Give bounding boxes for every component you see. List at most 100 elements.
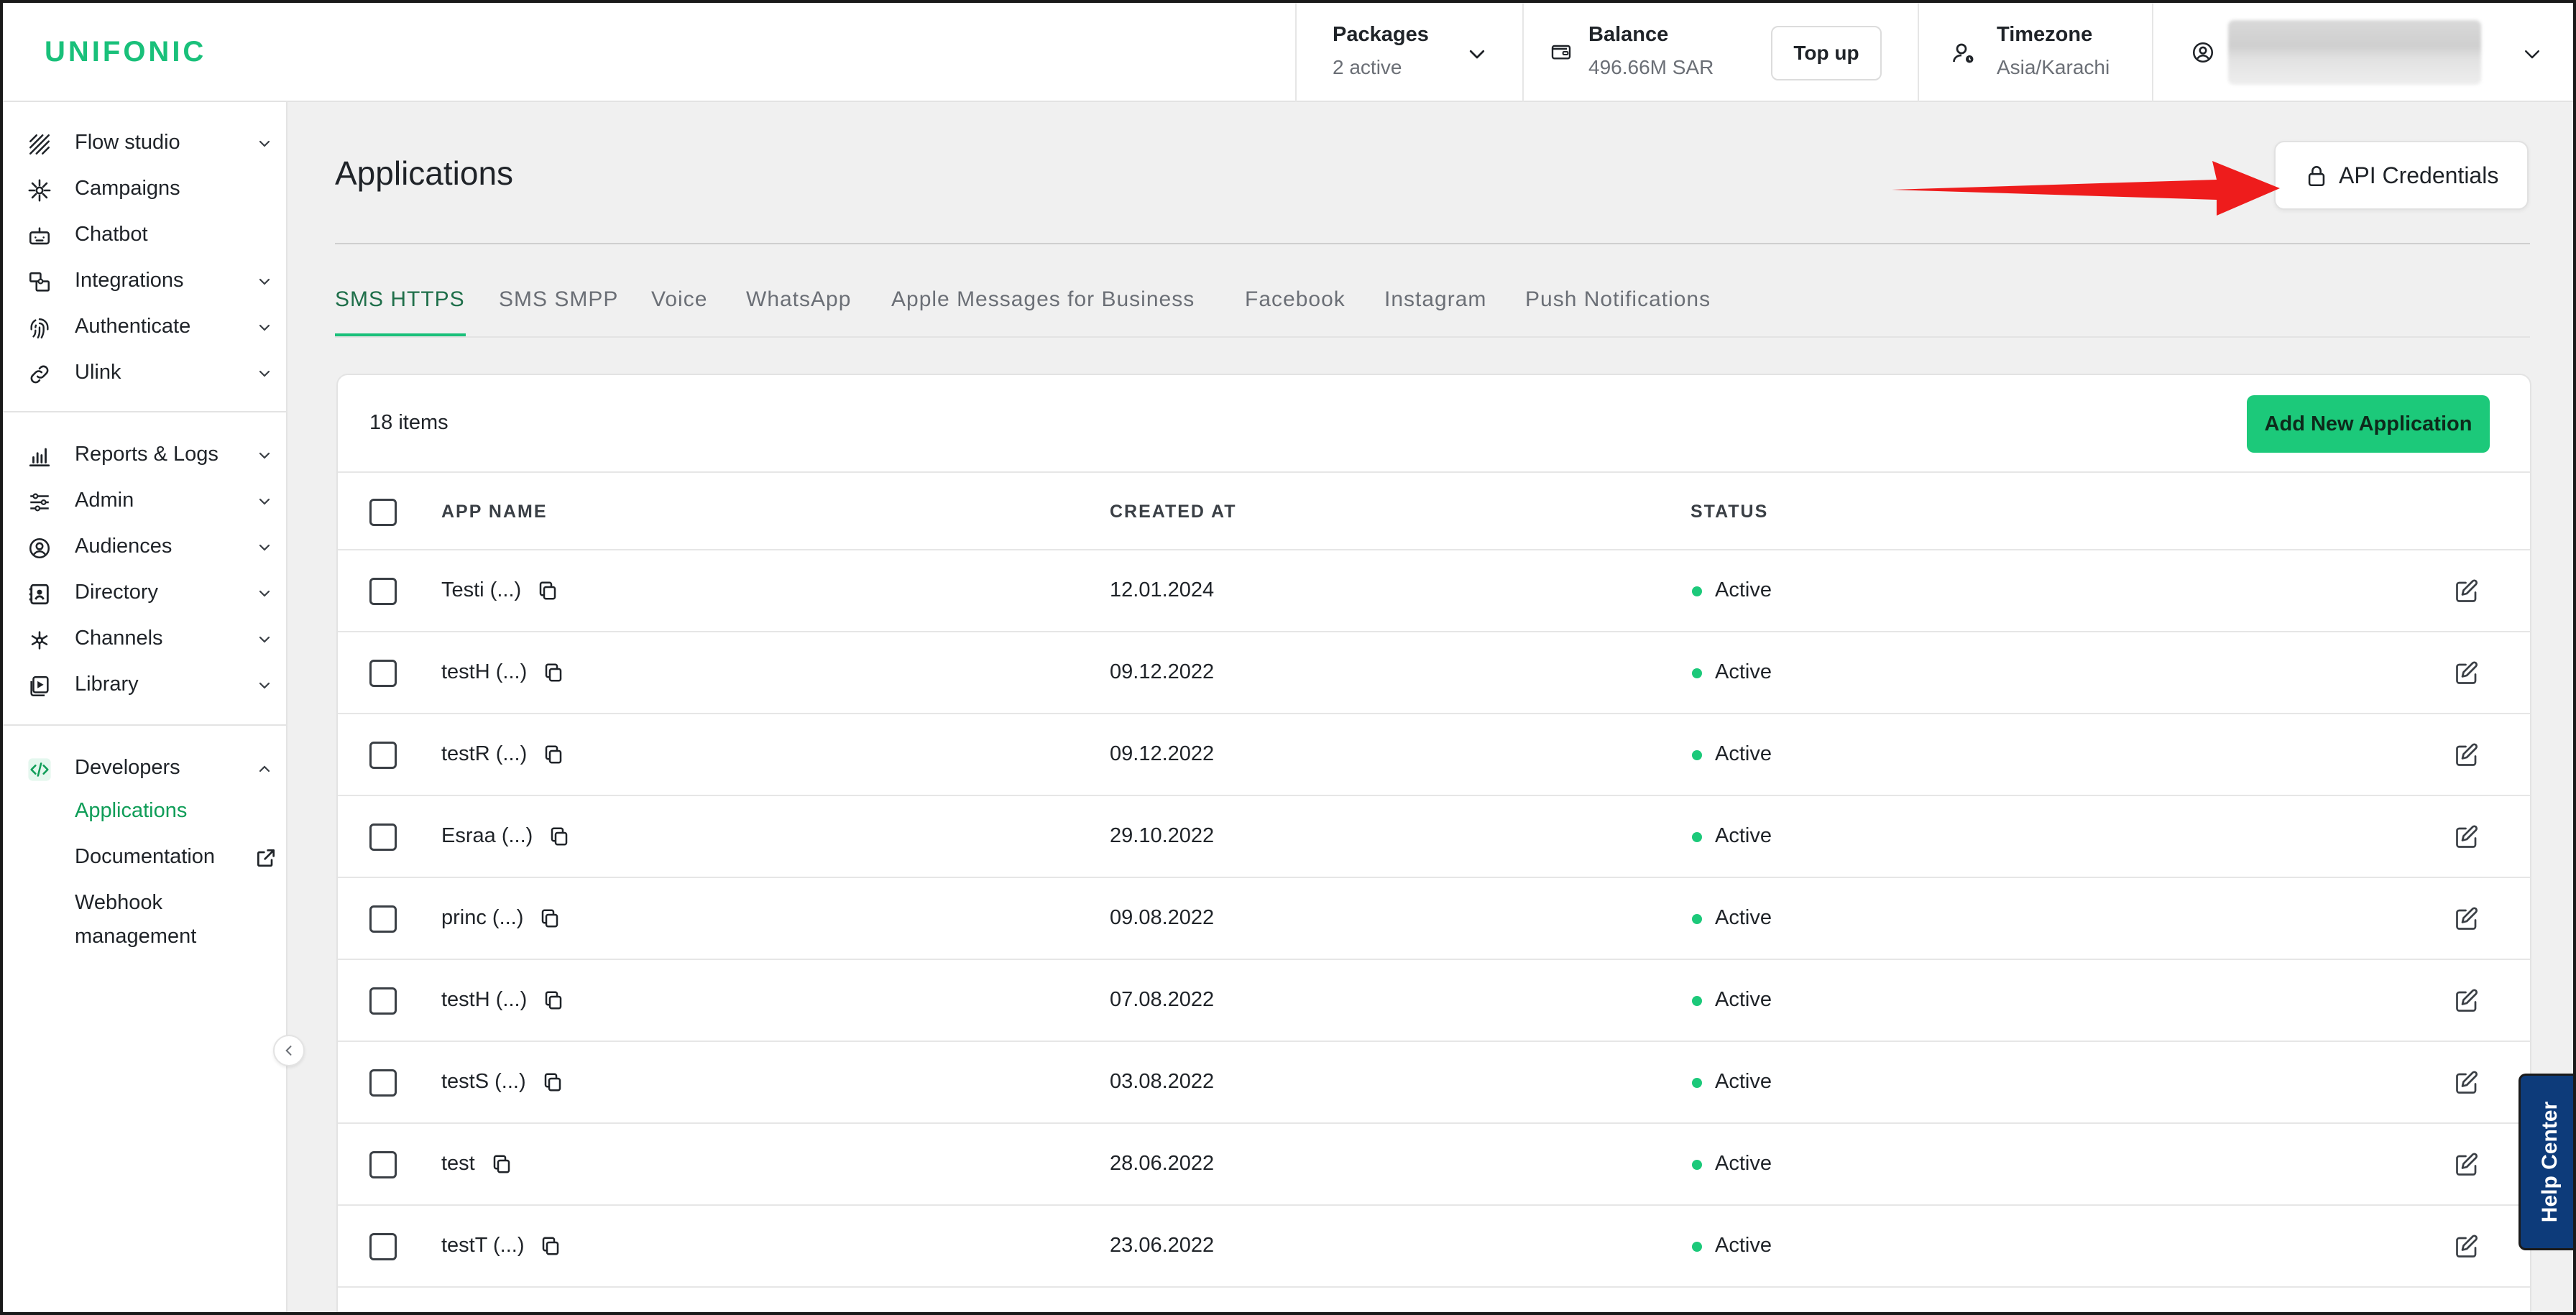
- api-credentials-button[interactable]: API Credentials: [2274, 141, 2529, 210]
- chevron-down-icon: [259, 324, 270, 331]
- copy-icon[interactable]: [491, 1153, 512, 1175]
- row-checkbox[interactable]: [369, 1233, 397, 1260]
- packages-selector[interactable]: Packages 2 active: [1295, 3, 1522, 102]
- column-header-status[interactable]: STATUS: [1690, 502, 1768, 522]
- tab-sms-https[interactable]: SMS HTTPS: [335, 287, 465, 312]
- copy-icon[interactable]: [537, 580, 558, 601]
- tab-apple-messages[interactable]: Apple Messages for Business: [891, 287, 1195, 312]
- webhook-label-line2: management: [75, 925, 197, 948]
- copy-icon[interactable]: [543, 662, 564, 683]
- chevron-down-icon: [259, 590, 270, 597]
- sidebar-item-chatbot[interactable]: Chatbot: [3, 214, 288, 254]
- copy-icon[interactable]: [543, 989, 564, 1011]
- sidebar-item-developers[interactable]: Developers: [3, 747, 288, 788]
- created-at-cell: 12.01.2024: [1110, 578, 1215, 601]
- channel-tabs: SMS HTTPS SMS SMPP Voice WhatsApp Apple …: [335, 287, 2530, 338]
- top-up-button[interactable]: Top up: [1771, 26, 1882, 80]
- tab-sms-smpp[interactable]: SMS SMPP: [499, 287, 618, 312]
- column-header-app-name[interactable]: APP NAME: [441, 502, 548, 522]
- chevron-down-icon: [259, 278, 270, 285]
- edit-icon[interactable]: [2454, 1070, 2480, 1096]
- sidebar-collapse-button[interactable]: [273, 1035, 305, 1066]
- tab-instagram[interactable]: Instagram: [1384, 287, 1486, 312]
- sidebar-item-label: Channels: [75, 627, 163, 650]
- sidebar-item-audiences[interactable]: Audiences: [3, 526, 288, 566]
- table-row[interactable]: testS (...) 03.08.2022 Active: [338, 1042, 2530, 1124]
- row-checkbox[interactable]: [369, 578, 397, 605]
- sidebar-item-integrations[interactable]: Integrations: [3, 260, 288, 300]
- timezone-section[interactable]: Timezone Asia/Karachi: [1918, 3, 2152, 102]
- edit-icon[interactable]: [2454, 906, 2480, 932]
- status-cell: Active: [1715, 906, 1772, 929]
- row-checkbox[interactable]: [369, 987, 397, 1015]
- copy-icon[interactable]: [540, 1235, 561, 1257]
- sidebar-item-reports-logs[interactable]: Reports & Logs: [3, 434, 288, 474]
- tab-facebook[interactable]: Facebook: [1245, 287, 1346, 312]
- sidebar-subitem-applications[interactable]: Applications: [75, 799, 187, 823]
- table-row[interactable]: testH (...) 09.12.2022 Active: [338, 632, 2530, 714]
- edit-icon[interactable]: [2454, 1234, 2480, 1260]
- row-checkbox[interactable]: [369, 905, 397, 933]
- sidebar-item-label: Integrations: [75, 269, 184, 292]
- packages-value: 2 active: [1333, 56, 1402, 78]
- copy-icon[interactable]: [548, 826, 570, 847]
- app-name-cell: testT (...): [441, 1234, 525, 1257]
- sidebar-item-channels[interactable]: Channels: [3, 618, 288, 658]
- column-header-created-at[interactable]: CREATED AT: [1110, 502, 1236, 522]
- status-cell: Active: [1715, 1152, 1772, 1175]
- app-name-cell: test: [441, 1152, 475, 1175]
- edit-icon[interactable]: [2454, 988, 2480, 1014]
- app-name-cell: testR (...): [441, 742, 528, 765]
- table-row[interactable]: testR (...) 09.12.2022 Active: [338, 714, 2530, 796]
- unifonic-logo[interactable]: UNIFONIC: [45, 36, 206, 68]
- user-clock-icon: [1953, 43, 1974, 63]
- table-row[interactable]: Esraa (...) 29.10.2022 Active: [338, 796, 2530, 878]
- external-link-icon[interactable]: [254, 846, 277, 869]
- status-dot: [1692, 586, 1702, 596]
- edit-icon[interactable]: [2454, 660, 2480, 686]
- row-checkbox[interactable]: [369, 823, 397, 851]
- help-center-tab[interactable]: Help Center: [2518, 1074, 2573, 1250]
- chevron-up-icon: [259, 765, 270, 772]
- sidebar-subitem-documentation[interactable]: Documentation: [75, 845, 215, 869]
- row-divider: [338, 1286, 2530, 1288]
- edit-icon[interactable]: [2454, 578, 2480, 604]
- row-checkbox[interactable]: [369, 1151, 397, 1178]
- app-name-cell: princ (...): [441, 906, 524, 929]
- created-at-cell: 03.08.2022: [1110, 1070, 1215, 1093]
- sidebar-item-directory[interactable]: Directory: [3, 572, 288, 612]
- tab-voice[interactable]: Voice: [651, 287, 707, 312]
- row-checkbox[interactable]: [369, 1069, 397, 1097]
- copy-icon[interactable]: [542, 1071, 564, 1093]
- sidebar-item-library[interactable]: Library: [3, 664, 288, 704]
- row-checkbox[interactable]: [369, 742, 397, 769]
- sidebar-item-flow-studio[interactable]: Flow studio: [3, 122, 288, 162]
- created-at-cell: 29.10.2022: [1110, 824, 1215, 847]
- sidebar-item-admin[interactable]: Admin: [3, 480, 288, 520]
- sidebar-item-campaigns[interactable]: Campaigns: [3, 168, 288, 208]
- sidebar-item-label: Library: [75, 673, 139, 696]
- edit-icon[interactable]: [2454, 1152, 2480, 1178]
- applications-table-card: 18 items Add New Application APP NAME CR…: [336, 374, 2531, 1312]
- row-checkbox[interactable]: [369, 660, 397, 687]
- table-row[interactable]: testH (...) 07.08.2022 Active: [338, 960, 2530, 1042]
- table-row[interactable]: Testi (...) 12.01.2024 Active: [338, 550, 2530, 632]
- edit-icon[interactable]: [2454, 742, 2480, 768]
- sidebar: Flow studio Campaigns Chatbot Integratio…: [3, 102, 288, 1312]
- sidebar-item-ulink[interactable]: Ulink: [3, 352, 288, 392]
- table-row[interactable]: testT (...) 23.06.2022 Active: [338, 1206, 2530, 1288]
- tab-whatsapp[interactable]: WhatsApp: [746, 287, 851, 312]
- tab-push-notifications[interactable]: Push Notifications: [1525, 287, 1711, 312]
- copy-icon[interactable]: [543, 744, 564, 765]
- table-row[interactable]: princ (...) 09.08.2022 Active: [338, 878, 2530, 960]
- app-window: UNIFONIC Packages 2 active Balance 496.6…: [0, 0, 2576, 1315]
- add-new-application-button[interactable]: Add New Application: [2247, 395, 2490, 453]
- sidebar-item-authenticate[interactable]: Authenticate: [3, 306, 288, 346]
- table-row[interactable]: test 28.06.2022 Active: [338, 1124, 2530, 1206]
- sidebar-subitem-webhook-management[interactable]: Webhook management: [75, 891, 196, 949]
- select-all-checkbox[interactable]: [369, 499, 397, 526]
- edit-icon[interactable]: [2454, 824, 2480, 850]
- sidebar-item-label: Ulink: [75, 361, 121, 384]
- copy-icon[interactable]: [539, 908, 561, 929]
- chevron-down-icon: [2525, 50, 2539, 59]
